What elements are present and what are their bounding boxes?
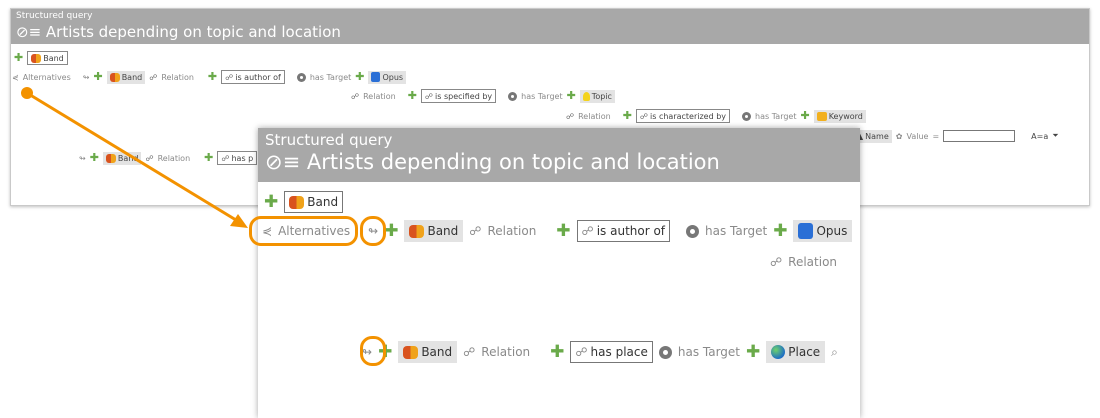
has-target-label: has Target [677, 345, 741, 359]
band-node[interactable]: Band [404, 220, 464, 242]
plus-icon[interactable]: ✚ [556, 223, 570, 240]
structured-query-panel-zoomed: Structured query ⊘≡ Artists depending on… [249, 128, 860, 418]
search-icon[interactable]: ⌕ [831, 345, 838, 360]
place-icon [771, 345, 786, 359]
relation-label: Relation [481, 345, 531, 359]
connector-arrowhead [230, 214, 248, 228]
relation-is-author-of[interactable]: ☍ is author of [576, 220, 671, 242]
place-node[interactable]: Place [766, 341, 826, 363]
relation-sub-row: ☍ Relation [770, 250, 837, 274]
place-row: ↬ ✚ Band ☍ Relation ✚ ☍ has place has Tar… [362, 340, 838, 364]
highlight-arrow [360, 216, 386, 246]
relation-icon: ☍ [463, 345, 476, 359]
highlight-alternatives [249, 216, 358, 246]
opus-icon [798, 223, 814, 239]
connector-line [26, 91, 237, 222]
root-band-node[interactable]: Band [284, 191, 344, 213]
band-icon [403, 345, 419, 359]
panel-title: ⊘≡ Artists depending on topic and locati… [265, 150, 720, 174]
target-icon [686, 224, 700, 238]
target-icon [658, 345, 672, 359]
plus-icon[interactable]: ✚ [384, 223, 398, 240]
band-icon [409, 224, 425, 238]
band-icon [289, 195, 305, 209]
opus-node[interactable]: Opus [793, 220, 853, 242]
root-row: ✚ Band [264, 190, 344, 214]
relation-icon: ☍ [469, 224, 482, 238]
relation-icon: ☍ [770, 255, 783, 269]
band-node[interactable]: Band [398, 341, 458, 363]
plus-icon[interactable]: ✚ [746, 344, 760, 361]
relation-label: Relation [487, 224, 537, 238]
plus-icon[interactable]: ✚ [264, 194, 278, 211]
plus-icon[interactable]: ✚ [773, 223, 787, 240]
panel-caption: Structured query [265, 131, 393, 149]
has-target-label: has Target [705, 224, 768, 238]
panel-header-large: Structured query ⊘≡ Artists depending on… [258, 128, 860, 182]
plus-icon[interactable]: ✚ [550, 344, 564, 361]
relation-has-place[interactable]: ☍ has place [570, 341, 653, 363]
highlight-arrow-2 [360, 336, 386, 366]
relation-label: Relation [788, 255, 838, 269]
